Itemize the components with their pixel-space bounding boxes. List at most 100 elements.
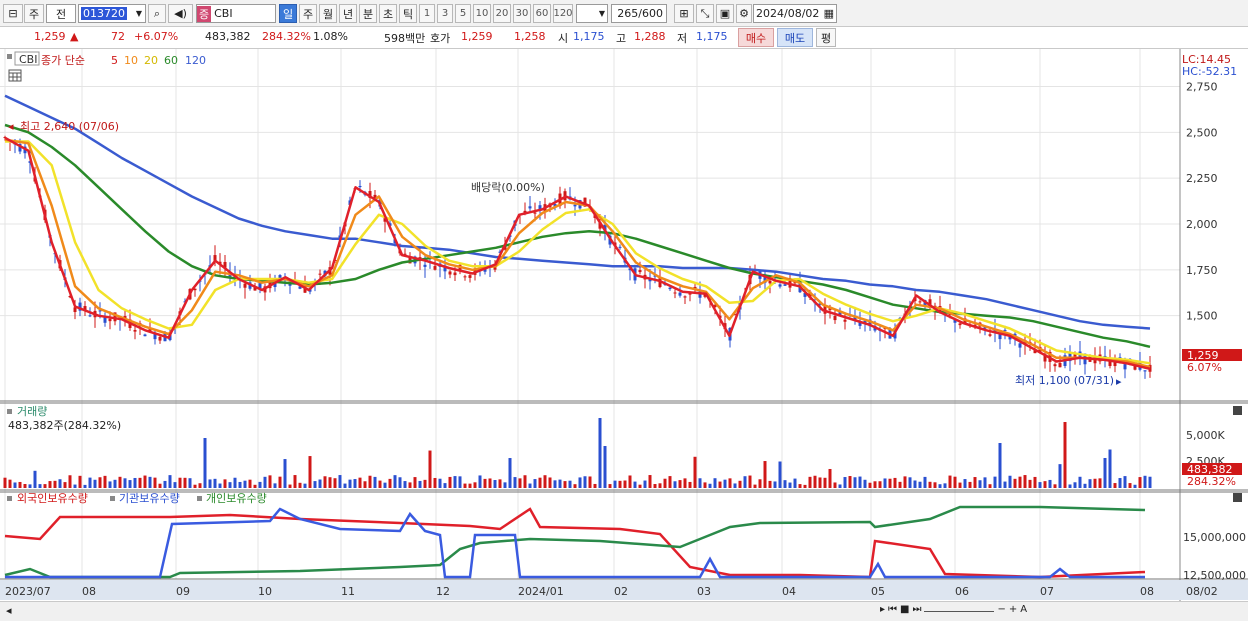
volume-bar bbox=[103, 475, 107, 488]
volume-bar bbox=[1143, 475, 1147, 488]
volume-title: 거래량 bbox=[17, 405, 47, 418]
nav-controls: ▸ ⏮ ■ ⏭ − + A bbox=[880, 604, 1100, 619]
eval-button[interactable]: 평 bbox=[816, 28, 836, 47]
zoom-out-icon[interactable]: − bbox=[997, 604, 1005, 619]
volume-bar bbox=[273, 483, 277, 488]
period-month[interactable]: 월 bbox=[319, 4, 337, 23]
num-120[interactable]: 120 bbox=[553, 4, 573, 23]
play-icon[interactable]: ▸ bbox=[880, 604, 885, 619]
volume-bar bbox=[558, 479, 562, 488]
volume-bar bbox=[368, 475, 372, 488]
buy-button[interactable]: 매수 bbox=[738, 28, 774, 47]
period-week[interactable]: 주 bbox=[299, 4, 317, 23]
calendar-icon[interactable]: ▦ bbox=[824, 7, 834, 20]
num-60[interactable]: 60 bbox=[533, 4, 551, 23]
line-tool-icon[interactable]: ⤡ bbox=[696, 4, 714, 23]
num-3[interactable]: 3 bbox=[437, 4, 453, 23]
period-tick[interactable]: 틱 bbox=[399, 4, 417, 23]
volume-bar bbox=[258, 481, 262, 488]
window-icon[interactable]: ⊟ bbox=[3, 4, 23, 23]
num-20[interactable]: 20 bbox=[493, 4, 511, 23]
calculator-icon[interactable] bbox=[8, 69, 22, 82]
candle-body bbox=[528, 206, 532, 209]
count-value: 265 bbox=[617, 7, 639, 20]
volume-bar bbox=[173, 482, 177, 488]
volume-bar bbox=[1063, 422, 1067, 488]
name-field[interactable]: 증 CBI bbox=[196, 4, 276, 23]
volume-bar bbox=[728, 478, 732, 488]
num-30[interactable]: 30 bbox=[513, 4, 531, 23]
last-icon[interactable]: ⏭ bbox=[912, 604, 921, 619]
ma-legend-10: 10 bbox=[124, 54, 138, 67]
quote-bid: 1,258 bbox=[514, 30, 546, 43]
first-icon[interactable]: ⏮ bbox=[888, 604, 897, 619]
volume-bar bbox=[58, 479, 62, 488]
foreign-legend: 외국인보유수량 bbox=[17, 492, 88, 505]
x-axis-label: 2024/01 bbox=[518, 585, 564, 598]
volume-bar bbox=[778, 461, 782, 488]
type-select[interactable]: 주 bbox=[24, 4, 44, 23]
period-minute[interactable]: 분 bbox=[359, 4, 377, 23]
candle-icon[interactable]: ⊞ bbox=[674, 4, 694, 23]
volume-bar bbox=[198, 483, 202, 488]
volume-bar bbox=[1013, 478, 1017, 488]
zoom-slider[interactable] bbox=[924, 604, 995, 612]
num-1[interactable]: 1 bbox=[419, 4, 435, 23]
prev-select[interactable]: 전 bbox=[46, 4, 76, 23]
date-field[interactable]: 2024/08/02 ▦ bbox=[753, 4, 837, 23]
speaker-icon[interactable]: ◀) bbox=[168, 4, 193, 23]
ma-legend-120: 120 bbox=[185, 54, 206, 67]
volume-bar bbox=[1078, 476, 1082, 488]
period-second[interactable]: 초 bbox=[379, 4, 397, 23]
candle-body bbox=[638, 270, 642, 273]
gear-icon[interactable]: ⚙ bbox=[736, 4, 752, 23]
volume-bar bbox=[898, 481, 902, 488]
period-label: 년 bbox=[342, 7, 354, 21]
code-input[interactable]: 013720 ▼ bbox=[78, 4, 146, 23]
prev-label: 전 bbox=[55, 7, 67, 21]
candle-body bbox=[318, 273, 322, 275]
num-10[interactable]: 10 bbox=[473, 4, 491, 23]
volume-bar bbox=[733, 483, 737, 488]
quote-bid-label: 호가 bbox=[430, 32, 451, 45]
scroll-left-icon[interactable]: ◂ bbox=[6, 604, 12, 617]
period-day[interactable]: 일 bbox=[279, 4, 297, 23]
chevron-down-icon[interactable]: ▼ bbox=[136, 9, 145, 18]
volume-bar bbox=[263, 476, 267, 488]
scroll-bar[interactable]: ◂ ▸ ⏮ ■ ⏭ − + A bbox=[0, 601, 1248, 621]
chart-area[interactable]: CBI 종가 단순 5 10 20 60 120 LC:14.45 HC:-52… bbox=[0, 49, 1248, 601]
close-icon[interactable] bbox=[1233, 493, 1242, 502]
volume-bar bbox=[988, 484, 992, 488]
volume-bar bbox=[98, 477, 102, 488]
period-year[interactable]: 년 bbox=[339, 4, 357, 23]
auto-icon[interactable]: A bbox=[1020, 604, 1027, 619]
num-label: 10 bbox=[475, 8, 489, 19]
volume-bar bbox=[348, 479, 352, 488]
volume-bar bbox=[408, 482, 412, 488]
stop-icon[interactable]: ■ bbox=[900, 604, 909, 619]
candle-body bbox=[678, 292, 682, 296]
save-icon[interactable]: ▣ bbox=[716, 4, 734, 23]
volume-bar bbox=[518, 478, 522, 488]
sell-button[interactable]: 매도 bbox=[777, 28, 813, 47]
volume-bar bbox=[533, 479, 537, 488]
candle-body bbox=[1053, 364, 1057, 367]
search-icon[interactable]: ⌕ bbox=[148, 4, 166, 23]
zoom-in-icon[interactable]: + bbox=[1009, 604, 1017, 619]
quote-volume-pct: 284.32% bbox=[262, 30, 311, 43]
volume-bar bbox=[458, 476, 462, 488]
volume-bar bbox=[578, 477, 582, 488]
count-field[interactable]: 265/600 bbox=[611, 4, 667, 23]
volume-bar bbox=[228, 482, 232, 488]
blank-select[interactable]: ▼ bbox=[576, 4, 608, 23]
close-icon[interactable] bbox=[1233, 406, 1242, 415]
num-5[interactable]: 5 bbox=[455, 4, 471, 23]
x-axis-label: 10 bbox=[258, 585, 272, 598]
volume-bar bbox=[298, 482, 302, 488]
volume-bar bbox=[918, 481, 922, 488]
volume-bar bbox=[73, 484, 77, 488]
volume-bar bbox=[243, 480, 247, 488]
volume-bar bbox=[468, 483, 472, 488]
volume-bar bbox=[873, 481, 877, 488]
candle-body bbox=[88, 315, 92, 317]
